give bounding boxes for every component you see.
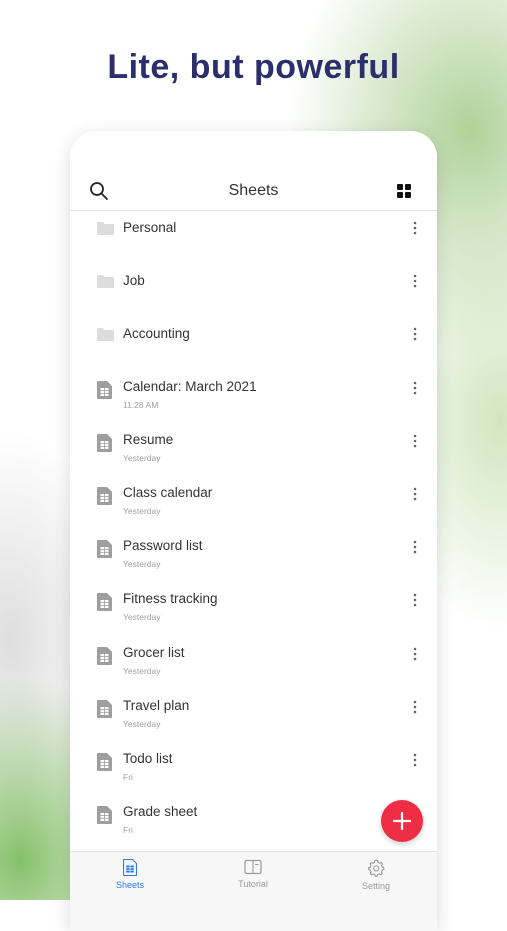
more-options-icon[interactable] (413, 327, 417, 341)
folder-icon (97, 275, 114, 289)
more-options-icon[interactable] (413, 540, 417, 554)
bottom-tab-bar: Sheets Tutorial Setting (70, 851, 437, 931)
list-item[interactable]: Todo list Fri (70, 743, 437, 796)
item-date: Yesterday (123, 718, 161, 729)
item-date: Yesterday (123, 665, 161, 676)
more-options-icon[interactable] (413, 753, 417, 767)
more-options-icon[interactable] (413, 221, 417, 235)
item-date: 11:28 AM (123, 399, 159, 410)
item-name: Grade sheet (123, 804, 198, 820)
more-options-icon[interactable] (413, 381, 417, 395)
item-name: Class calendar (123, 484, 213, 500)
item-name: Calendar: March 2021 (123, 378, 257, 394)
spreadsheet-file-icon (97, 593, 112, 612)
spreadsheet-file-icon (97, 752, 112, 771)
item-date: Yesterday (123, 452, 161, 463)
tab-setting[interactable]: Setting (316, 859, 436, 891)
tab-label: Tutorial (238, 879, 268, 889)
folder-icon (97, 222, 114, 235)
list-item[interactable]: Class calendar Yesterday (70, 477, 437, 530)
spreadsheet-file-icon (97, 699, 112, 718)
item-name: Travel plan (123, 697, 190, 713)
list-item[interactable]: Password list Yesterday (70, 530, 437, 583)
tab-sheets[interactable]: Sheets (70, 859, 190, 890)
item-name: Fitness tracking (123, 591, 218, 607)
file-list: Personal Job Accounting Calendar: March … (70, 211, 437, 849)
item-date: Yesterday (123, 505, 161, 516)
list-item[interactable]: Grocer list Yesterday (70, 637, 437, 690)
item-name: Grocer list (123, 644, 185, 660)
item-name: Personal (123, 220, 177, 235)
more-options-icon[interactable] (413, 487, 417, 501)
list-item[interactable]: Job (70, 264, 437, 317)
spreadsheet-file-icon (97, 380, 112, 399)
item-name: Password list (123, 538, 203, 554)
spreadsheet-file-icon (97, 806, 112, 825)
spreadsheet-file-icon (97, 433, 112, 452)
page-title: Sheets (228, 182, 279, 199)
item-date: Fri (123, 771, 133, 782)
plus-icon (392, 811, 412, 831)
list-item[interactable]: Personal (70, 211, 437, 264)
item-name: Job (123, 273, 145, 289)
item-name: Todo list (123, 750, 173, 766)
spreadsheet-file-icon (97, 646, 112, 665)
top-bar: Sheets (70, 176, 437, 211)
phone-frame: Sheets Personal Job Accounting Calendar:… (70, 131, 437, 931)
list-item[interactable]: Calendar: March 2021 11:28 AM (70, 371, 437, 424)
list-item[interactable]: Resume Yesterday (70, 424, 437, 477)
item-date: Fri (123, 825, 133, 836)
more-options-icon[interactable] (413, 434, 417, 448)
list-item[interactable]: Fitness tracking Yesterday (70, 583, 437, 636)
spreadsheet-file-icon (97, 540, 112, 559)
list-item[interactable]: Accounting (70, 317, 437, 370)
spreadsheet-file-icon (97, 486, 112, 505)
more-options-icon[interactable] (413, 700, 417, 714)
list-item[interactable]: Travel plan Yesterday (70, 690, 437, 743)
book-icon (244, 859, 262, 875)
add-sheet-button[interactable] (381, 800, 423, 842)
tab-tutorial[interactable]: Tutorial (193, 859, 313, 889)
folder-icon (97, 328, 114, 342)
headline: Lite, but powerful (107, 48, 400, 86)
grid-view-icon[interactable] (397, 184, 411, 198)
item-name: Resume (123, 431, 174, 447)
tab-label: Sheets (115, 880, 145, 890)
more-options-icon[interactable] (413, 274, 417, 288)
more-options-icon[interactable] (413, 647, 417, 661)
tab-label: Setting (361, 881, 391, 891)
item-date: Yesterday (123, 612, 161, 623)
item-name: Accounting (123, 326, 190, 342)
gear-icon (368, 859, 385, 877)
sheets-icon (123, 859, 137, 876)
item-date: Yesterday (123, 559, 161, 570)
more-options-icon[interactable] (413, 593, 417, 607)
